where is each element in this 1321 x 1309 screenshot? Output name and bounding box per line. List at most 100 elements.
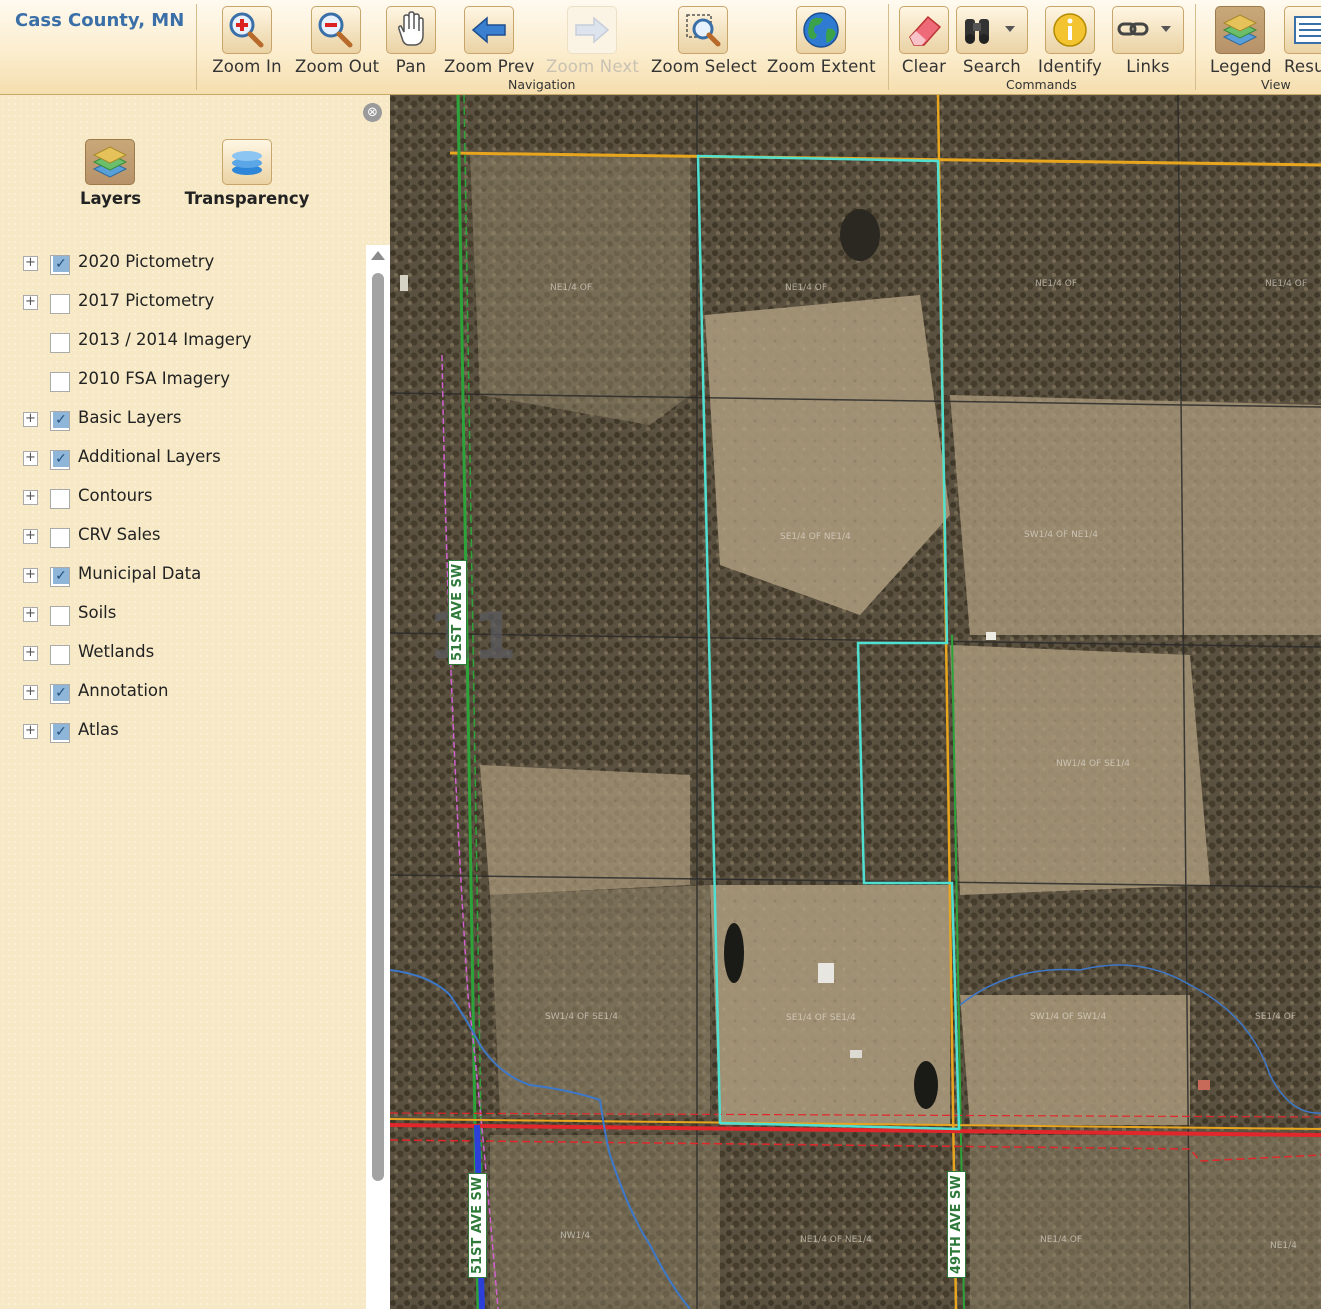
toolbar: Cass County, MN Zoom In Zoom Out Pan Zoo… — [0, 0, 1321, 95]
expand-icon[interactable]: + — [23, 607, 38, 622]
layer-checkbox[interactable] — [50, 723, 70, 743]
zoom-extent-button[interactable]: Zoom Extent — [767, 6, 876, 76]
layer-checkbox[interactable] — [50, 333, 70, 353]
quarter-label: SW1/4 OF SE1/4 — [545, 1012, 618, 1022]
expand-icon[interactable]: + — [23, 724, 38, 739]
layers-stack-icon — [1215, 6, 1265, 54]
identify-button[interactable]: Identify — [1038, 6, 1102, 76]
expand-icon[interactable]: + — [23, 646, 38, 661]
layer-row[interactable]: + Wetlands — [0, 635, 360, 674]
search-button[interactable]: Search — [956, 6, 1028, 76]
toolbar-separator — [1195, 4, 1196, 90]
expand-icon[interactable]: + — [23, 529, 38, 544]
layers-stack-icon — [85, 139, 135, 185]
layer-row[interactable]: + Annotation — [0, 674, 360, 713]
layer-name: Basic Layers — [78, 408, 182, 427]
tab-layers[interactable]: Layers — [80, 139, 141, 208]
layer-checkbox[interactable] — [50, 606, 70, 626]
expand-icon[interactable]: + — [23, 412, 38, 427]
road-label: 51ST AVE SW — [468, 1172, 487, 1278]
layer-row[interactable]: + CRV Sales — [0, 518, 360, 557]
zoom-next-button[interactable]: Zoom Next — [546, 6, 639, 76]
quarter-label: NE1/4 OF — [550, 283, 593, 293]
quarter-label: NW1/4 — [560, 1231, 591, 1241]
quarter-label: NE1/4 OF — [785, 283, 828, 293]
layer-checkbox[interactable] — [50, 567, 70, 587]
tab-transparency[interactable]: Transparency — [184, 139, 310, 208]
zoom-select-icon — [678, 6, 728, 54]
chain-link-icon — [1112, 6, 1184, 54]
quarter-label: SW1/4 OF SW1/4 — [1030, 1012, 1107, 1022]
quarter-label: SE1/4 OF NE1/4 — [780, 532, 851, 542]
layer-list: +2020 Pictometry+2017 Pictometry2013 / 2… — [0, 245, 366, 1309]
map-view[interactable]: 11 51ST AVE SW 51ST AVE SW 49TH AVE SW N… — [390, 95, 1321, 1309]
quarter-label: NE1/4 OF NE1/4 — [800, 1235, 872, 1245]
scrollbar-thumb[interactable] — [372, 273, 384, 1181]
zoom-in-icon — [222, 6, 272, 54]
layer-checkbox[interactable] — [50, 372, 70, 392]
zoom-select-label: Zoom Select — [651, 57, 757, 76]
expand-icon[interactable]: + — [23, 295, 38, 310]
pan-button[interactable]: Pan — [386, 6, 436, 76]
search-label: Search — [963, 57, 1021, 76]
layer-row[interactable]: + Additional Layers — [0, 440, 360, 479]
identify-label: Identify — [1038, 57, 1102, 76]
layer-row[interactable]: + Soils — [0, 596, 360, 635]
globe-icon — [795, 6, 846, 54]
expand-icon[interactable]: + — [23, 490, 38, 505]
expand-icon[interactable]: + — [23, 451, 38, 466]
expand-icon[interactable]: + — [23, 685, 38, 700]
layer-checkbox[interactable] — [50, 645, 70, 665]
zoom-in-button[interactable]: Zoom In — [212, 6, 282, 76]
clear-button[interactable]: Clear — [899, 6, 949, 76]
layer-name: Atlas — [78, 720, 119, 739]
list-table-icon — [1284, 6, 1321, 54]
info-icon — [1045, 6, 1095, 54]
layer-checkbox[interactable] — [50, 489, 70, 509]
expand-icon[interactable]: + — [23, 568, 38, 583]
layer-row[interactable]: + Contours — [0, 479, 360, 518]
quarter-label: NW1/4 OF SE1/4 — [1056, 759, 1130, 769]
layer-row[interactable]: 2010 FSA Imagery — [0, 362, 360, 401]
scroll-up-arrow-icon[interactable] — [371, 251, 385, 260]
app-title: Cass County, MN — [15, 10, 185, 31]
arrow-right-icon — [567, 6, 617, 54]
layer-checkbox[interactable] — [50, 684, 70, 704]
layer-row[interactable]: + Atlas — [0, 713, 360, 752]
zoom-out-label: Zoom Out — [295, 57, 380, 76]
close-icon[interactable]: ⊗ — [363, 103, 382, 122]
layer-name: 2017 Pictometry — [78, 291, 215, 310]
layer-checkbox[interactable] — [50, 450, 70, 470]
layer-row[interactable]: 2013 / 2014 Imagery — [0, 323, 360, 362]
links-button[interactable]: Links — [1112, 6, 1184, 76]
results-button[interactable]: Resu — [1284, 6, 1321, 76]
layer-checkbox[interactable] — [50, 255, 70, 275]
layers-panel: ⊗ Layers Transparency +2020 Pictometry+2… — [0, 95, 390, 1309]
quarter-label: NE1/4 OF — [1265, 279, 1308, 289]
layer-row[interactable]: + Basic Layers — [0, 401, 360, 440]
commands-group-label: Commands — [1006, 77, 1077, 92]
layer-row[interactable]: +2020 Pictometry — [0, 245, 360, 284]
zoom-prev-button[interactable]: Zoom Prev — [444, 6, 534, 76]
toolbar-separator — [196, 4, 197, 90]
arrow-left-icon — [464, 6, 514, 54]
layer-list-scrollbar[interactable] — [366, 245, 390, 1309]
legend-button[interactable]: Legend — [1210, 6, 1272, 76]
expand-icon[interactable]: + — [23, 256, 38, 271]
layer-checkbox[interactable] — [50, 528, 70, 548]
transparency-icon — [222, 139, 272, 185]
hand-icon — [386, 6, 436, 54]
layer-checkbox[interactable] — [50, 294, 70, 314]
layer-row[interactable]: + Municipal Data — [0, 557, 360, 596]
zoom-select-button[interactable]: Zoom Select — [651, 6, 757, 76]
layer-checkbox[interactable] — [50, 411, 70, 431]
quarter-label: SE1/4 OF — [1255, 1012, 1297, 1022]
pan-label: Pan — [395, 57, 427, 76]
legend-label: Legend — [1210, 57, 1272, 76]
zoom-out-button[interactable]: Zoom Out — [295, 6, 380, 76]
layer-name: Additional Layers — [78, 447, 221, 466]
layer-row[interactable]: +2017 Pictometry — [0, 284, 360, 323]
results-label: Resu — [1284, 57, 1321, 76]
quarter-label: NE1/4 — [1270, 1241, 1297, 1251]
layer-name: Municipal Data — [78, 564, 202, 583]
